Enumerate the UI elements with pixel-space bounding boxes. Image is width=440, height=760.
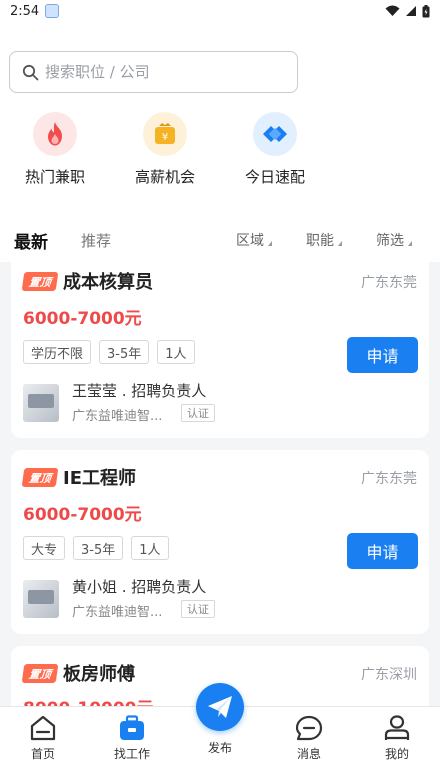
filter-job-function[interactable]: 职能: [306, 230, 342, 250]
job-tags: 学历不限 3-5年 1人: [23, 340, 195, 364]
filter-more-label: 筛选: [376, 233, 404, 249]
app-notification-icon: [45, 4, 60, 18]
job-tag: 大专: [23, 536, 66, 560]
signal-icon: [406, 6, 416, 16]
job-salary: 6000-7000元: [23, 309, 142, 329]
nav-find-work[interactable]: 找工作: [97, 715, 167, 760]
job-title: 成本核算员: [63, 272, 153, 293]
job-tag: 3-5年: [99, 340, 150, 364]
pinned-badge: 置顶: [21, 272, 59, 291]
quick-link-label: 高薪机会: [134, 168, 195, 186]
status-bar: 2:54: [0, 0, 440, 22]
job-tag: 1人: [157, 340, 195, 364]
apply-button[interactable]: 申请: [347, 533, 418, 569]
quick-link-label: 热门兼职: [24, 168, 85, 186]
job-tag: 3-5年: [73, 536, 124, 560]
money-bag-icon: ¥: [143, 112, 187, 156]
quick-link-high-salary[interactable]: ¥ 高薪机会: [110, 112, 220, 187]
pinned-badge: 置顶: [21, 664, 59, 683]
job-salary: 6000-7000元: [23, 505, 142, 525]
user-icon: [384, 715, 410, 740]
quick-link-label: 今日速配: [244, 168, 305, 186]
status-right: [385, 4, 430, 18]
dropdown-triangle-icon: [338, 240, 342, 246]
job-tag: 1人: [131, 536, 169, 560]
battery-icon: [422, 4, 430, 17]
quick-link-today-match[interactable]: 今日速配: [220, 112, 330, 187]
svg-text:¥: ¥: [162, 132, 168, 143]
company-name: 广东益唯迪智...: [72, 409, 163, 424]
job-location: 广东东莞: [361, 471, 417, 487]
job-title: 板房师傅: [63, 664, 135, 685]
job-card[interactable]: 置顶 成本核算员 广东东莞 6000-7000元 学历不限 3-5年 1人 申请…: [11, 254, 429, 438]
paper-plane-icon: [208, 696, 232, 718]
link-icon: [253, 112, 297, 156]
message-icon: [295, 715, 323, 741]
tab-latest[interactable]: 最新: [14, 228, 48, 253]
wifi-icon: [385, 5, 400, 16]
filter-more[interactable]: 筛选: [376, 230, 412, 250]
company-avatar: [23, 580, 59, 618]
home-icon: [30, 715, 56, 741]
pinned-badge: 置顶: [21, 468, 59, 487]
recruiter-name: 黄小姐 . 招聘负责人: [72, 578, 207, 596]
recruiter-name: 王莹莹 . 招聘负责人: [72, 382, 207, 400]
nav-mine-label: 我的: [384, 747, 409, 760]
search-box[interactable]: [9, 51, 298, 93]
dropdown-triangle-icon: [408, 240, 412, 246]
nav-home[interactable]: 首页: [8, 715, 78, 760]
search-input[interactable]: [45, 63, 275, 81]
job-tags: 大专 3-5年 1人: [23, 536, 169, 560]
verified-badge: 认证: [181, 404, 215, 422]
search-icon: [22, 64, 39, 80]
top-area: 热门兼职 ¥ 高薪机会 今日速配 最新 推荐 区域 职能: [0, 22, 440, 262]
filter-region[interactable]: 区域: [236, 230, 272, 250]
quick-link-hot-part-time[interactable]: 热门兼职: [0, 112, 110, 187]
tab-recommend[interactable]: 推荐: [81, 230, 111, 251]
filter-job-label: 职能: [306, 233, 334, 249]
apply-button[interactable]: 申请: [347, 337, 418, 373]
publish-button[interactable]: [196, 683, 244, 731]
verified-badge: 认证: [181, 600, 215, 618]
job-title: IE工程师: [63, 468, 136, 489]
nav-mine[interactable]: 我的: [362, 715, 432, 760]
nav-messages-label: 消息: [296, 747, 321, 760]
status-left: 2:54: [10, 3, 60, 19]
company-name: 广东益唯迪智...: [72, 605, 163, 620]
job-location: 广东深圳: [361, 667, 417, 683]
filter-region-label: 区域: [236, 233, 264, 249]
status-time: 2:54: [10, 3, 40, 19]
job-card[interactable]: 置顶 IE工程师 广东东莞 6000-7000元 大专 3-5年 1人 申请 黄…: [11, 450, 429, 634]
nav-find-work-label: 找工作: [113, 747, 150, 760]
dropdown-triangle-icon: [268, 240, 272, 246]
job-location: 广东东莞: [361, 275, 417, 291]
job-tag: 学历不限: [23, 340, 92, 364]
nav-publish[interactable]: 发布: [185, 739, 255, 756]
nav-messages[interactable]: 消息: [274, 715, 344, 760]
company-avatar: [23, 384, 59, 422]
nav-publish-label: 发布: [207, 741, 232, 755]
fire-icon: [33, 112, 77, 156]
briefcase-icon: [120, 715, 144, 740]
nav-home-label: 首页: [30, 747, 55, 760]
